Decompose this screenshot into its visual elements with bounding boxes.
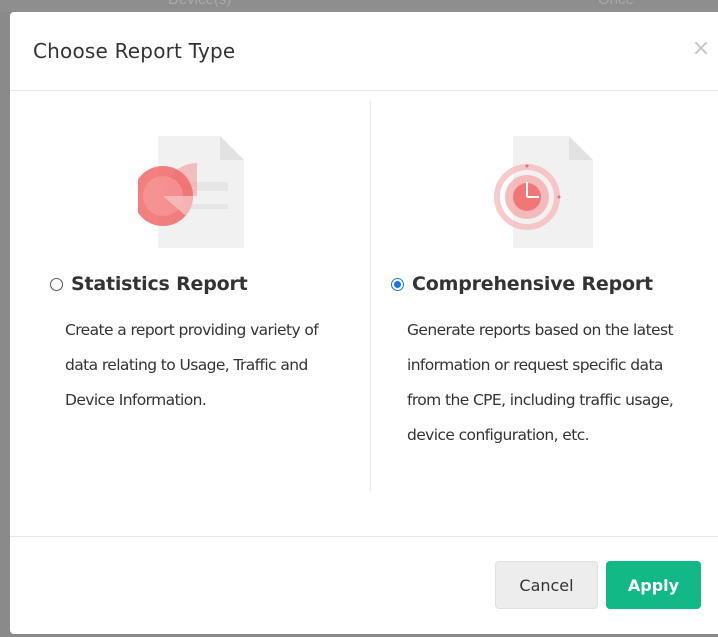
apply-button[interactable]: Apply: [606, 561, 701, 609]
comprehensive-report-radio[interactable]: [391, 277, 404, 291]
dialog-title: Choose Report Type: [33, 39, 236, 63]
document-pie-chart-icon: [133, 136, 258, 255]
background-text-left: Device(s): [168, 0, 231, 8]
statistics-report-radio[interactable]: [50, 277, 63, 291]
choose-report-type-dialog: Choose Report Type × Statistics Report C…: [10, 12, 718, 634]
comprehensive-report-selector[interactable]: Comprehensive Report: [391, 273, 653, 295]
statistics-report-description: Create a report providing variety of dat…: [65, 321, 319, 409]
background-text-right: Once: [598, 0, 634, 8]
dialog-body: Statistics Report Create a report provid…: [10, 91, 718, 535]
comprehensive-report-title: Comprehensive Report: [412, 273, 653, 295]
comprehensive-report-description: Generate reports based on the latest inf…: [407, 321, 674, 444]
cancel-button[interactable]: Cancel: [495, 561, 598, 609]
background-overlay: Device(s) Once: [0, 0, 718, 12]
document-clock-icon: [477, 136, 597, 255]
close-icon[interactable]: ×: [690, 38, 712, 60]
statistics-report-title: Statistics Report: [71, 273, 248, 295]
dialog-footer: Cancel Apply: [10, 536, 718, 634]
statistics-report-selector[interactable]: Statistics Report: [50, 273, 248, 295]
dialog-header: Choose Report Type ×: [10, 12, 718, 91]
option-divider: [370, 101, 371, 491]
